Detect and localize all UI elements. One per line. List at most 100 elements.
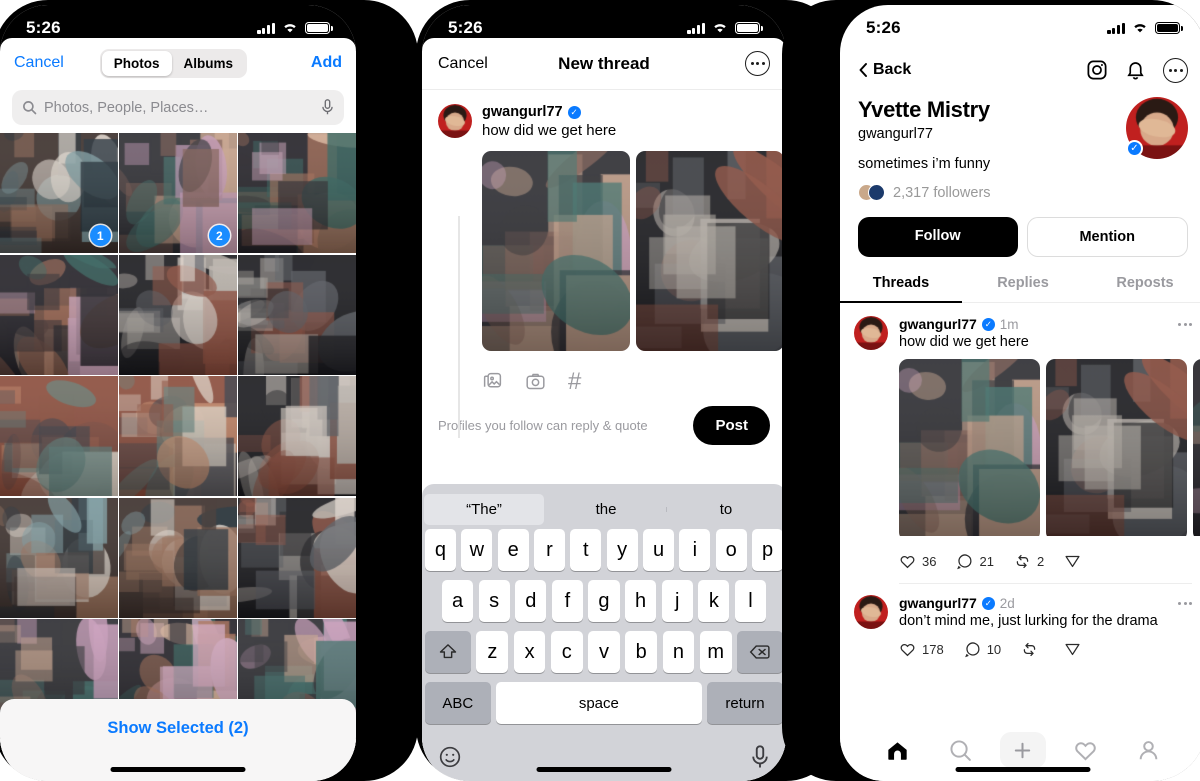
- profile-followers[interactable]: 2,317 followers: [858, 184, 991, 201]
- tab-compose[interactable]: [999, 732, 1046, 768]
- backspace-icon[interactable]: [737, 631, 783, 673]
- photo-grid[interactable]: 12: [0, 133, 356, 740]
- follow-button[interactable]: Follow: [858, 217, 1018, 257]
- segment-albums[interactable]: Albums: [172, 51, 246, 76]
- post-media[interactable]: [899, 359, 1200, 541]
- key-k[interactable]: k: [698, 580, 730, 622]
- post-more-icon[interactable]: [1178, 322, 1192, 326]
- tab-replies[interactable]: Replies: [962, 275, 1084, 302]
- key-d[interactable]: d: [515, 580, 547, 622]
- post-image[interactable]: [1046, 359, 1187, 541]
- post-more-icon[interactable]: [1178, 601, 1192, 605]
- photo-grid-cell[interactable]: [238, 376, 356, 497]
- photo-grid-cell[interactable]: [0, 376, 118, 497]
- post-image[interactable]: [1193, 359, 1200, 541]
- hashtag-icon[interactable]: #: [568, 369, 581, 393]
- keyboard-row-4[interactable]: ABC space return: [422, 682, 786, 724]
- camera-icon[interactable]: [525, 371, 546, 392]
- post-button[interactable]: Post: [693, 406, 770, 445]
- post-actions[interactable]: 36 21 2: [899, 553, 1192, 570]
- key-m[interactable]: m: [699, 631, 732, 673]
- more-circle-icon[interactable]: [745, 51, 770, 76]
- key-n[interactable]: n: [662, 631, 695, 673]
- photo-grid-cell[interactable]: [119, 254, 237, 375]
- photo-grid-cell[interactable]: [119, 497, 237, 618]
- keyboard[interactable]: “The” the to qwertyuiop asdfghjkl zxcvbn…: [422, 484, 786, 781]
- photo-grid-cell[interactable]: [119, 376, 237, 497]
- reply-action[interactable]: 10: [964, 641, 1001, 658]
- abc-key[interactable]: ABC: [425, 682, 491, 724]
- picker-add-button[interactable]: Add: [311, 54, 342, 72]
- tab-home[interactable]: [874, 733, 920, 767]
- key-g[interactable]: g: [588, 580, 620, 622]
- microphone-icon[interactable]: [750, 744, 770, 770]
- mention-button[interactable]: Mention: [1026, 217, 1188, 257]
- key-c[interactable]: c: [550, 631, 583, 673]
- key-o[interactable]: o: [715, 529, 747, 571]
- attachment-thumbnail[interactable]: [482, 151, 630, 351]
- key-j[interactable]: j: [661, 580, 693, 622]
- instagram-icon[interactable]: [1086, 59, 1108, 81]
- photo-grid-cell[interactable]: 1: [0, 133, 118, 253]
- keyboard-row-1[interactable]: qwertyuiop: [422, 529, 786, 571]
- keyboard-suggestions[interactable]: “The” the to: [422, 489, 786, 529]
- post-image[interactable]: [899, 359, 1040, 541]
- key-r[interactable]: r: [534, 529, 565, 571]
- microphone-icon[interactable]: [321, 99, 334, 116]
- picker-search-field[interactable]: Photos, People, Places…: [12, 90, 344, 125]
- reply-policy-label[interactable]: Profiles you follow can reply & quote: [438, 418, 648, 433]
- show-selected-button[interactable]: Show Selected (2): [107, 719, 248, 738]
- emoji-smiley-icon[interactable]: [438, 745, 462, 769]
- key-i[interactable]: i: [679, 529, 711, 571]
- composer-tools[interactable]: #: [482, 369, 786, 394]
- attachment-thumbnail[interactable]: [636, 151, 784, 351]
- key-l[interactable]: l: [734, 580, 766, 622]
- key-x[interactable]: x: [513, 631, 546, 673]
- back-button[interactable]: Back: [858, 61, 911, 79]
- key-a[interactable]: a: [442, 580, 474, 622]
- photo-library-icon[interactable]: [482, 371, 503, 392]
- shift-up-icon[interactable]: [425, 631, 471, 673]
- photo-grid-cell[interactable]: [0, 497, 118, 618]
- key-f[interactable]: f: [551, 580, 583, 622]
- tab-search[interactable]: [937, 733, 983, 767]
- post-item[interactable]: gwangurl77 ✓ 1m how did we get here 36 2…: [840, 303, 1200, 584]
- composer-cancel-button[interactable]: Cancel: [438, 55, 488, 73]
- profile-avatar[interactable]: ✓: [1126, 97, 1188, 159]
- avatar[interactable]: [438, 104, 472, 138]
- keyboard-row-3[interactable]: zxcvbnm: [422, 631, 786, 673]
- picker-segmented-control[interactable]: Photos Albums: [99, 48, 248, 78]
- post-actions[interactable]: 178 10: [899, 641, 1192, 658]
- avatar[interactable]: [854, 595, 888, 629]
- key-q[interactable]: q: [425, 529, 456, 571]
- repost-action[interactable]: 2: [1014, 553, 1044, 570]
- photo-grid-cell[interactable]: 2: [119, 133, 237, 254]
- photo-grid-cell[interactable]: [0, 254, 118, 375]
- tab-threads[interactable]: Threads: [840, 275, 962, 303]
- bell-icon[interactable]: [1125, 59, 1146, 81]
- key-b[interactable]: b: [625, 631, 658, 673]
- picker-cancel-button[interactable]: Cancel: [14, 54, 64, 72]
- avatar[interactable]: [854, 316, 888, 350]
- post-item[interactable]: gwangurl77 ✓ 2d don’t mind me, just lurk…: [840, 584, 1200, 658]
- composer-attachments[interactable]: [482, 151, 786, 351]
- like-action[interactable]: 36: [899, 553, 936, 570]
- key-p[interactable]: p: [752, 529, 783, 571]
- key-e[interactable]: e: [497, 529, 529, 571]
- photo-grid-cell[interactable]: [238, 254, 356, 375]
- key-h[interactable]: h: [625, 580, 657, 622]
- tab-profile[interactable]: [1126, 733, 1172, 767]
- repost-action[interactable]: [1021, 641, 1044, 658]
- key-z[interactable]: z: [476, 631, 509, 673]
- segment-photos[interactable]: Photos: [101, 50, 172, 76]
- space-key[interactable]: space: [496, 682, 702, 724]
- more-circle-icon[interactable]: [1163, 57, 1188, 83]
- photo-grid-cell[interactable]: [238, 133, 356, 253]
- composer-text[interactable]: how did we get here: [482, 122, 786, 139]
- tab-activity[interactable]: [1063, 733, 1109, 767]
- reply-action[interactable]: 21: [956, 553, 994, 570]
- key-v[interactable]: v: [588, 631, 620, 673]
- suggestion-1[interactable]: the: [546, 501, 666, 518]
- key-t[interactable]: t: [570, 529, 602, 571]
- suggestion-0[interactable]: “The”: [424, 493, 544, 525]
